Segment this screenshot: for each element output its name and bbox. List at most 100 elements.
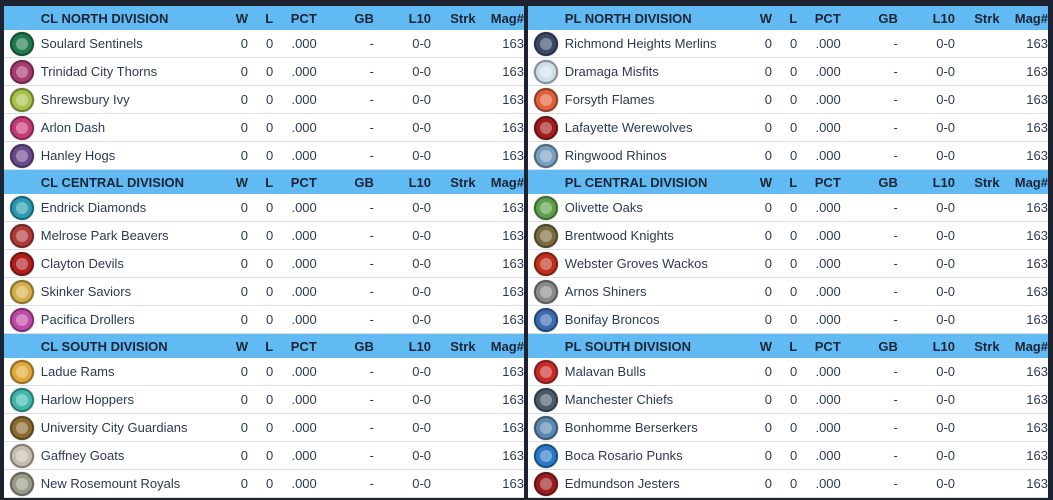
knight-logo-icon[interactable]: [534, 223, 559, 248]
col-strk-header[interactable]: Strk: [431, 339, 475, 354]
division-header[interactable]: CL CENTRAL DIVISION W L PCT GB L10 Strk …: [4, 170, 524, 194]
bull-logo-icon[interactable]: [534, 359, 559, 384]
punk-flame-logo-icon[interactable]: [534, 443, 559, 468]
team-name[interactable]: Trinidad City Thorns: [41, 64, 219, 79]
col-w-header[interactable]: W: [743, 11, 772, 26]
col-l-header[interactable]: L: [248, 11, 273, 26]
division-header[interactable]: PL NORTH DIVISION W L PCT GB L10 Strk Ma…: [528, 6, 1048, 30]
team-name[interactable]: New Rosemount Royals: [41, 476, 219, 491]
col-strk-header[interactable]: Strk: [955, 175, 999, 190]
ram-logo-icon[interactable]: [10, 359, 35, 384]
team-name[interactable]: Olivette Oaks: [565, 200, 743, 215]
col-l-header[interactable]: L: [772, 11, 797, 26]
col-mag-header[interactable]: Mag#: [1000, 339, 1048, 354]
col-pct-header[interactable]: PCT: [797, 339, 841, 354]
berserker-logo-icon[interactable]: [534, 415, 559, 440]
team-row[interactable]: Bonifay Broncos 0 0 .000 - 0-0 163: [528, 306, 1048, 334]
rhino-logo-icon[interactable]: [534, 143, 559, 168]
col-mag-header[interactable]: Mag#: [1000, 175, 1048, 190]
col-l-header[interactable]: L: [248, 339, 273, 354]
col-strk-header[interactable]: Strk: [431, 11, 475, 26]
col-gb-header[interactable]: GB: [841, 175, 898, 190]
col-gb-header[interactable]: GB: [317, 175, 374, 190]
halo-logo-icon[interactable]: [10, 279, 35, 304]
col-mag-header[interactable]: Mag#: [1000, 11, 1048, 26]
team-name[interactable]: Brentwood Knights: [565, 228, 743, 243]
team-row[interactable]: Olivette Oaks 0 0 .000 - 0-0 163: [528, 194, 1048, 222]
col-strk-header[interactable]: Strk: [431, 175, 475, 190]
wacko-logo-icon[interactable]: [534, 251, 559, 276]
team-row[interactable]: Melrose Park Beavers 0 0 .000 - 0-0 163: [4, 222, 524, 250]
col-pct-header[interactable]: PCT: [273, 11, 317, 26]
devil-logo-icon[interactable]: [10, 251, 35, 276]
col-l10-header[interactable]: L10: [898, 339, 955, 354]
col-pct-header[interactable]: PCT: [797, 11, 841, 26]
team-name[interactable]: Soulard Sentinels: [41, 36, 219, 51]
team-name[interactable]: Shrewsbury Ivy: [41, 92, 219, 107]
team-row[interactable]: Clayton Devils 0 0 .000 - 0-0 163: [4, 250, 524, 278]
sentinel-logo-icon[interactable]: [10, 31, 35, 56]
col-w-header[interactable]: W: [219, 11, 248, 26]
team-name[interactable]: Clayton Devils: [41, 256, 219, 271]
col-pct-header[interactable]: PCT: [797, 175, 841, 190]
team-row[interactable]: Arnos Shiners 0 0 .000 - 0-0 163: [528, 278, 1048, 306]
col-mag-header[interactable]: Mag#: [476, 175, 524, 190]
team-row[interactable]: Brentwood Knights 0 0 .000 - 0-0 163: [528, 222, 1048, 250]
col-pct-header[interactable]: PCT: [273, 339, 317, 354]
team-name[interactable]: Lafayette Werewolves: [565, 120, 743, 135]
team-row[interactable]: Lafayette Werewolves 0 0 .000 - 0-0 163: [528, 114, 1048, 142]
thorns-logo-icon[interactable]: [10, 59, 35, 84]
ivy-logo-icon[interactable]: [10, 87, 35, 112]
col-l-header[interactable]: L: [772, 175, 797, 190]
bronco-logo-icon[interactable]: [534, 307, 559, 332]
team-name[interactable]: Malavan Bulls: [565, 364, 743, 379]
team-name[interactable]: Dramaga Misfits: [565, 64, 743, 79]
jester-logo-icon[interactable]: [534, 471, 559, 496]
team-name[interactable]: Bonifay Broncos: [565, 312, 743, 327]
col-gb-header[interactable]: GB: [841, 11, 898, 26]
team-row[interactable]: Bonhomme Berserkers 0 0 .000 - 0-0 163: [528, 414, 1048, 442]
team-name[interactable]: Skinker Saviors: [41, 284, 219, 299]
col-mag-header[interactable]: Mag#: [476, 339, 524, 354]
col-mag-header[interactable]: Mag#: [476, 11, 524, 26]
shiner-logo-icon[interactable]: [534, 279, 559, 304]
team-row[interactable]: Gaffney Goats 0 0 .000 - 0-0 163: [4, 442, 524, 470]
team-row[interactable]: Webster Groves Wackos 0 0 .000 - 0-0 163: [528, 250, 1048, 278]
team-row[interactable]: Boca Rosario Punks 0 0 .000 - 0-0 163: [528, 442, 1048, 470]
col-l10-header[interactable]: L10: [898, 175, 955, 190]
team-row[interactable]: University City Guardians 0 0 .000 - 0-0…: [4, 414, 524, 442]
col-l-header[interactable]: L: [248, 175, 273, 190]
col-gb-header[interactable]: GB: [317, 11, 374, 26]
team-name[interactable]: Pacifica Drollers: [41, 312, 219, 327]
team-name[interactable]: Bonhomme Berserkers: [565, 420, 743, 435]
team-name[interactable]: Boca Rosario Punks: [565, 448, 743, 463]
dragon-logo-icon[interactable]: [10, 471, 35, 496]
team-row[interactable]: Soulard Sentinels 0 0 .000 - 0-0 163: [4, 30, 524, 58]
hogs-logo-icon[interactable]: [10, 143, 35, 168]
division-header[interactable]: CL SOUTH DIVISION W L PCT GB L10 Strk Ma…: [4, 334, 524, 358]
team-row[interactable]: Malavan Bulls 0 0 .000 - 0-0 163: [528, 358, 1048, 386]
col-gb-header[interactable]: GB: [841, 339, 898, 354]
team-row[interactable]: Ladue Rams 0 0 .000 - 0-0 163: [4, 358, 524, 386]
team-row[interactable]: Hanley Hogs 0 0 .000 - 0-0 163: [4, 142, 524, 170]
team-name[interactable]: Richmond Heights Merlins: [565, 36, 743, 51]
division-header[interactable]: CL NORTH DIVISION W L PCT GB L10 Strk Ma…: [4, 6, 524, 30]
team-name[interactable]: Forsyth Flames: [565, 92, 743, 107]
team-name[interactable]: Hanley Hogs: [41, 148, 219, 163]
merlin-logo-icon[interactable]: [534, 31, 559, 56]
team-row[interactable]: Endrick Diamonds 0 0 .000 - 0-0 163: [4, 194, 524, 222]
dash-logo-icon[interactable]: [10, 115, 35, 140]
team-row[interactable]: Dramaga Misfits 0 0 .000 - 0-0 163: [528, 58, 1048, 86]
team-name[interactable]: Ladue Rams: [41, 364, 219, 379]
col-w-header[interactable]: W: [219, 339, 248, 354]
col-strk-header[interactable]: Strk: [955, 11, 999, 26]
team-row[interactable]: Forsyth Flames 0 0 .000 - 0-0 163: [528, 86, 1048, 114]
werewolf-logo-icon[interactable]: [534, 115, 559, 140]
col-w-header[interactable]: W: [743, 175, 772, 190]
col-pct-header[interactable]: PCT: [273, 175, 317, 190]
team-row[interactable]: Arlon Dash 0 0 .000 - 0-0 163: [4, 114, 524, 142]
col-l10-header[interactable]: L10: [898, 11, 955, 26]
team-row[interactable]: Richmond Heights Merlins 0 0 .000 - 0-0 …: [528, 30, 1048, 58]
misfit-logo-icon[interactable]: [534, 59, 559, 84]
oak-logo-icon[interactable]: [534, 195, 559, 220]
